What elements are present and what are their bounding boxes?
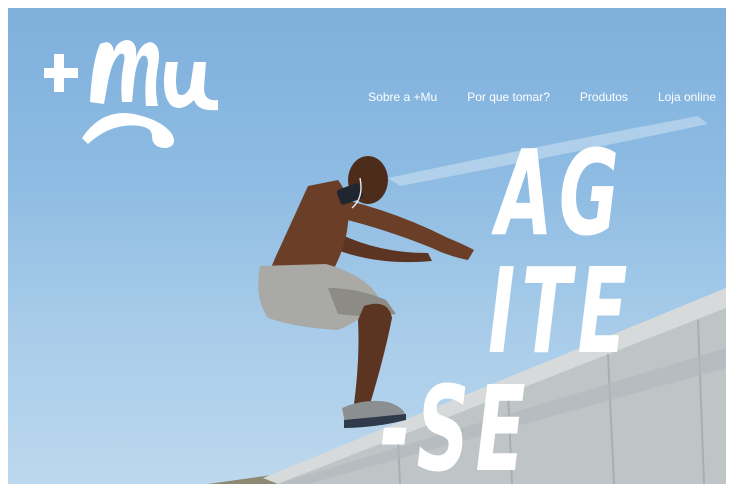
- hero-headline-line3: -SE: [380, 360, 532, 484]
- hero-headline-line1: AG: [496, 124, 626, 262]
- nav-link-produtos[interactable]: Produtos: [580, 90, 628, 104]
- nav-link-sobre[interactable]: Sobre a +Mu: [368, 90, 437, 104]
- nav-link-loja-online[interactable]: Loja online: [658, 90, 716, 104]
- hero-section: Sobre a +Mu Por que tomar? Produtos Loja…: [8, 8, 726, 484]
- main-nav: Sobre a +Mu Por que tomar? Produtos Loja…: [368, 90, 716, 104]
- nav-link-por-que-tomar[interactable]: Por que tomar?: [467, 90, 550, 104]
- hero-headline-line2: ITE: [488, 242, 634, 380]
- brand-logo[interactable]: [22, 32, 222, 150]
